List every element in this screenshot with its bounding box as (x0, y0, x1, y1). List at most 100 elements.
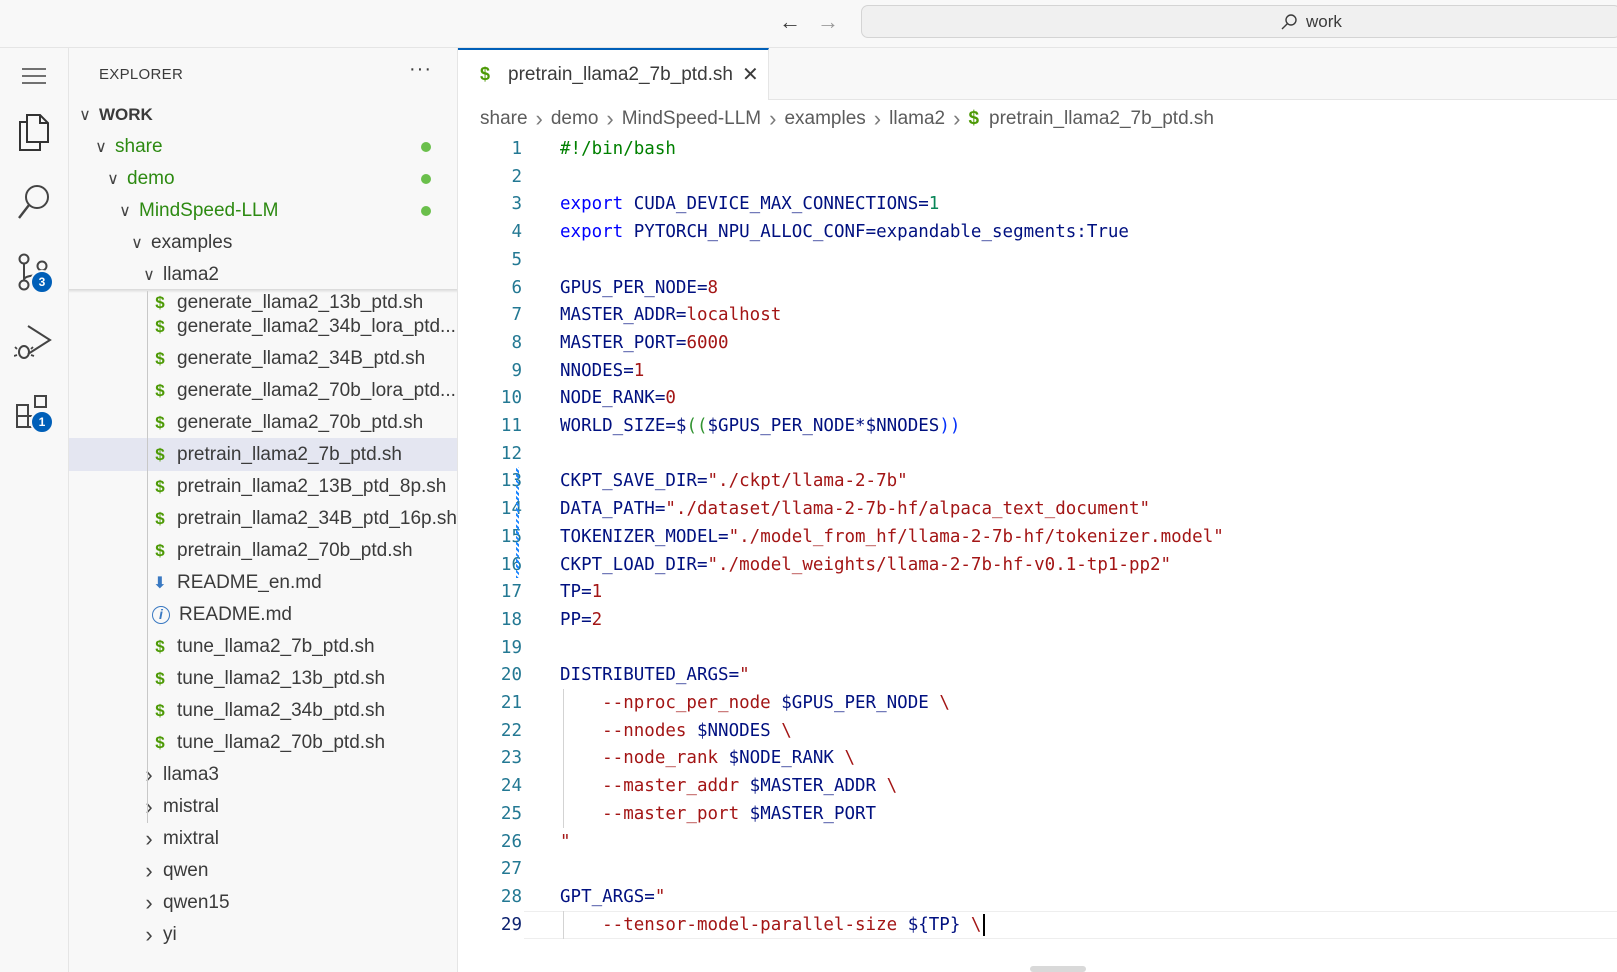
markdown-download-icon: ⬇ (153, 574, 167, 592)
tree-folder[interactable]: ∨ demo (69, 162, 457, 195)
tree-item-label: pretrain_llama2_13B_ptd_8p.sh (177, 475, 447, 497)
code-line: 11 WORLD_SIZE=$(($GPUS_PER_NODE*$NNODES)) (458, 412, 1617, 440)
tree-item-label: generate_llama2_70b_lora_ptd... (177, 379, 456, 401)
explorer-button[interactable] (0, 104, 68, 160)
sticky-scroll-shadow (69, 289, 457, 293)
shell-file-icon: $ (155, 380, 165, 400)
code-token: = (654, 499, 666, 519)
tree-file[interactable]: $ generate_llama2_34b_lora_ptd... (69, 310, 457, 343)
tree-file[interactable]: $ generate_llama2_70b_lora_ptd... (69, 374, 457, 407)
line-number: 21 (500, 693, 522, 713)
code-editor[interactable]: 1 #!/bin/bash 2 3 export CUDA_DEVICE_MAX_CON… (458, 135, 1617, 972)
code-line: 21 --nproc_per_node $GPUS_PER_NODE \ (458, 689, 1617, 717)
breadcrumb-item[interactable]: llama2 (889, 108, 945, 130)
tree-file[interactable]: $ generate_llama2_70b_ptd.sh (69, 406, 457, 439)
code-line: 7 MASTER_ADDR=localhost (458, 301, 1617, 329)
explorer-sidebar: EXPLORER ··· ∨ WORK ∨ share ∨ demo ∨ MindSpeed-… (69, 48, 458, 972)
close-icon[interactable]: ✕ (742, 62, 759, 87)
arrow-left-icon[interactable]: ← (776, 8, 804, 36)
line-number: 17 (500, 582, 522, 602)
code-line: 8 MASTER_PORT=6000 (458, 329, 1617, 357)
breadcrumb-item[interactable]: demo (551, 108, 599, 130)
tree-file[interactable]: $ pretrain_llama2_13B_ptd_8p.sh (69, 470, 457, 503)
tree-folder[interactable]: ∨ share (69, 130, 457, 163)
line-number: 24 (500, 776, 522, 796)
line-number: 11 (500, 416, 522, 436)
tree-file[interactable]: $ tune_llama2_7b_ptd.sh (69, 630, 457, 663)
menu-button[interactable] (0, 48, 68, 104)
tree-file[interactable]: $ tune_llama2_34b_ptd.sh (69, 694, 457, 727)
command-center-search[interactable]: work (861, 5, 1617, 38)
code-token: * (855, 416, 866, 436)
tree-file[interactable]: ⬇ README_en.md (69, 566, 457, 599)
tree-item-label: tune_llama2_13b_ptd.sh (177, 667, 386, 689)
search-button[interactable] (0, 174, 68, 230)
chevron-right-icon: › (535, 106, 543, 131)
line-number: 13 (500, 471, 522, 491)
tree-file[interactable]: $ tune_llama2_13b_ptd.sh (69, 662, 457, 695)
code-token: #!/bin/bash (560, 139, 676, 159)
shell-file-icon: $ (968, 108, 980, 129)
tree-folder[interactable]: ∨ MindSpeed-LLM (69, 194, 457, 227)
code-token: --master_port (560, 804, 750, 824)
tree-file[interactable]: $ pretrain_llama2_34B_ptd_16p.sh (69, 502, 457, 535)
shell-file-icon: $ (155, 412, 165, 432)
line-number: 26 (500, 832, 522, 852)
tree-file[interactable]: $ tune_llama2_70b_ptd.sh (69, 726, 457, 759)
git-modified-dot (421, 205, 431, 216)
tree-folder[interactable]: › yi (69, 918, 457, 951)
tree-file[interactable]: $ pretrain_llama2_70b_ptd.sh (69, 534, 457, 567)
code-token: = (675, 333, 687, 353)
code-token: PYTORCH_NPU_ALLOC_CONF (633, 222, 866, 242)
code-line: 18 PP=2 (458, 606, 1617, 634)
tree-folder[interactable]: › mixtral (69, 822, 457, 855)
breadcrumb-item[interactable]: MindSpeed-LLM (622, 108, 761, 130)
line-source: NODE_RANK=0 (560, 384, 676, 412)
arrow-right-icon[interactable]: → (814, 8, 842, 36)
breadcrumb-item[interactable]: pretrain_llama2_7b_ptd.sh (989, 108, 1214, 130)
code-token: $MASTER_PORT (749, 804, 877, 824)
shell-file-icon: $ (155, 476, 165, 496)
tab-bar: $ pretrain_llama2_7b_ptd.sh ✕ (458, 48, 1617, 100)
code-token: = (581, 610, 592, 630)
tree-folder[interactable]: › qwen (69, 854, 457, 887)
tab-pretrain-llama2-7b[interactable]: $ pretrain_llama2_7b_ptd.sh ✕ (458, 48, 769, 100)
tree-item-label: generate_llama2_34b_lora_ptd... (177, 315, 456, 337)
horizontal-scrollbar[interactable] (1030, 966, 1086, 972)
indent-guide (563, 689, 564, 828)
run-debug-button[interactable] (0, 314, 68, 370)
line-number: 5 (511, 250, 522, 270)
tree-folder[interactable]: › qwen15 (69, 886, 457, 919)
tree-file[interactable]: $ generate_llama2_34B_ptd.sh (69, 342, 457, 375)
line-source: --master_addr $MASTER_ADDR \ (560, 772, 897, 800)
code-line: 29 --tensor-model-parallel-size ${TP} \ (458, 911, 1617, 939)
tree-folder[interactable]: ∨ examples (69, 226, 457, 259)
tree-folder[interactable]: › mistral (69, 790, 457, 823)
source-control-button[interactable]: 3 (0, 244, 68, 300)
line-source: PP=2 (560, 606, 602, 634)
line-source: --nproc_per_node $GPUS_PER_NODE \ (560, 689, 950, 717)
code-line: 27 (458, 855, 1617, 883)
code-line: 10 NODE_RANK=0 (458, 384, 1617, 412)
extensions-button[interactable]: 1 (0, 384, 68, 440)
line-number: 14 (500, 499, 522, 519)
code-token: = (918, 194, 929, 214)
code-token: $GPUS_PER_NODE (781, 693, 929, 713)
tree-folder[interactable]: › llama3 (69, 758, 457, 791)
tree-file[interactable]: $ pretrain_llama2_7b_ptd.sh (69, 438, 457, 471)
modified-lines-indicator[interactable] (516, 467, 519, 578)
chevron-down-icon: ∨ (143, 266, 155, 284)
code-token: NODE_RANK (560, 388, 655, 408)
tree-folder[interactable]: ∨ WORK (69, 98, 457, 131)
tree-item-label: generate_llama2_70b_ptd.sh (177, 411, 424, 433)
activity-bar: 3 1 (0, 48, 69, 972)
code-token: = (644, 887, 655, 907)
breadcrumb-item[interactable]: share (480, 108, 528, 130)
breadcrumb-item[interactable]: examples (784, 108, 865, 130)
line-number: 16 (500, 555, 522, 575)
search-icon (18, 185, 49, 219)
code-line: 23 --node_rank $NODE_RANK \ (458, 744, 1617, 772)
tree-file[interactable]: i README.md (69, 598, 457, 631)
code-token: DISTRIBUTED_ARGS (560, 665, 729, 685)
more-actions-icon[interactable]: ··· (409, 58, 432, 81)
